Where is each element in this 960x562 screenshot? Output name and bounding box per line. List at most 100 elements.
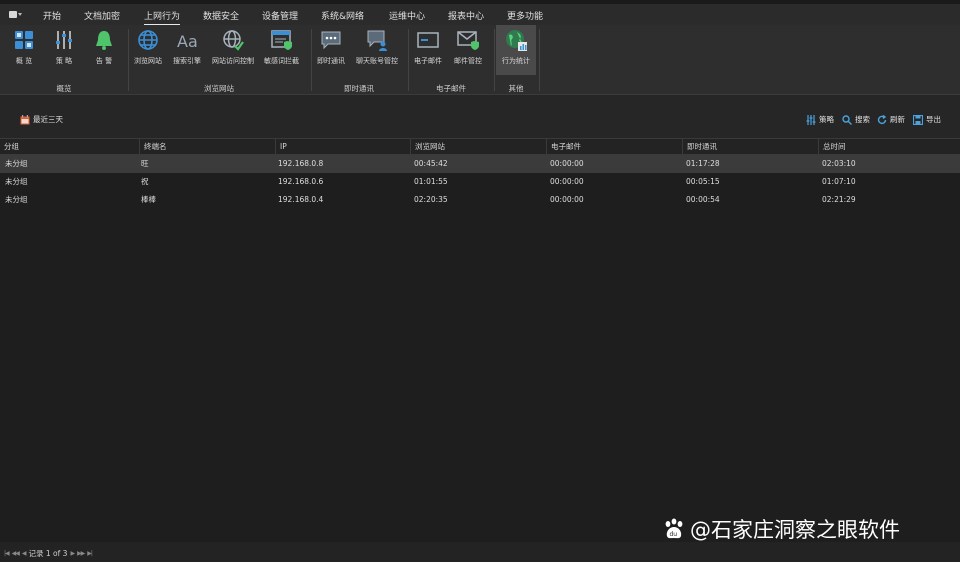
ribbon-behavior-stats-label: 行为统计 bbox=[502, 57, 530, 65]
column-header-ip[interactable]: IP bbox=[275, 139, 410, 155]
prev-fast-icon[interactable]: ◀◀ bbox=[12, 550, 20, 557]
cell-group: 未分组 bbox=[5, 177, 28, 186]
cell-group: 未分组 bbox=[5, 159, 28, 168]
table-row[interactable]: 未分组 棒棒 192.168.0.4 02:20:35 00:00:00 00:… bbox=[0, 191, 960, 209]
tab-internet-behavior[interactable]: 上网行为 bbox=[144, 9, 181, 25]
tab-report-center[interactable]: 报表中心 bbox=[448, 9, 484, 22]
cell-total: 01:07:10 bbox=[822, 177, 856, 186]
data-grid: 分组 终端名 IP 浏览网站 电子邮件 即时通讯 总时间 未分组 旺 192.1… bbox=[0, 138, 960, 542]
first-page-icon[interactable]: |◀ bbox=[4, 550, 10, 557]
group-label-overview: 概览 bbox=[56, 84, 72, 93]
date-range-filter[interactable]: 最近三天 bbox=[20, 114, 63, 125]
cell-total: 02:21:29 bbox=[822, 195, 856, 204]
chevron-down-icon bbox=[18, 13, 22, 16]
menu-bar: 开始 文档加密 上网行为 数据安全 设备管理 系统&网络 运维中心 报表中心 更… bbox=[0, 4, 960, 25]
ribbon-instant-messaging-button[interactable]: 即时通讯 bbox=[317, 27, 345, 66]
search-button[interactable]: 搜索 bbox=[842, 114, 870, 125]
tab-start[interactable]: 开始 bbox=[43, 9, 61, 22]
ribbon-overview-button[interactable]: 概 览 bbox=[11, 27, 37, 66]
app-menu-button[interactable] bbox=[9, 10, 23, 19]
cell-browse: 02:20:35 bbox=[414, 195, 448, 204]
export-label: 导出 bbox=[926, 115, 941, 124]
ribbon-policy-label: 策 略 bbox=[55, 57, 73, 65]
svg-text:du: du bbox=[670, 531, 678, 538]
column-header-group[interactable]: 分组 bbox=[0, 139, 139, 155]
cell-im: 01:17:28 bbox=[686, 159, 720, 168]
globe-icon bbox=[135, 27, 161, 53]
next-page-icon[interactable]: ▶ bbox=[70, 550, 75, 557]
table-row[interactable]: 未分组 祝 192.168.0.6 01:01:55 00:00:00 00:0… bbox=[0, 173, 960, 191]
cell-browse: 01:01:55 bbox=[414, 177, 448, 186]
cell-terminal: 旺 bbox=[141, 159, 149, 168]
ribbon-alarm-button[interactable]: 告 警 bbox=[91, 27, 117, 66]
ribbon-email-control-button[interactable]: 邮件管控 bbox=[454, 27, 482, 66]
save-export-icon bbox=[912, 114, 924, 125]
export-button[interactable]: 导出 bbox=[912, 114, 941, 125]
alarm-bell-icon bbox=[91, 27, 117, 53]
search-label: 搜索 bbox=[855, 115, 870, 124]
tab-ops-center[interactable]: 运维中心 bbox=[389, 9, 425, 22]
column-header-browse[interactable]: 浏览网站 bbox=[410, 139, 546, 155]
column-header-total[interactable]: 总时间 bbox=[818, 139, 960, 155]
search-icon bbox=[842, 114, 852, 125]
status-bar: |◀ ◀◀ ◀ 记录 1 of 3 ▶ ▶▶ ▶| bbox=[0, 542, 960, 562]
tab-data-security[interactable]: 数据安全 bbox=[203, 9, 239, 22]
window-shield-icon bbox=[269, 27, 295, 53]
cell-group: 未分组 bbox=[5, 195, 28, 204]
policy-button[interactable]: 策略 bbox=[806, 114, 834, 125]
ribbon: 概 览 策 略 告 警 浏览网站 Aa 搜索引擎 网站访问控制 敏感词拦截 即时… bbox=[0, 25, 960, 95]
refresh-icon bbox=[877, 114, 887, 125]
ribbon-instant-messaging-label: 即时通讯 bbox=[317, 57, 345, 65]
cell-terminal: 祝 bbox=[141, 177, 149, 186]
ribbon-email-button[interactable]: 电子邮件 bbox=[414, 27, 442, 66]
tab-more-features[interactable]: 更多功能 bbox=[507, 9, 543, 22]
table-row[interactable]: 未分组 旺 192.168.0.8 00:45:42 00:00:00 01:1… bbox=[0, 155, 960, 173]
sliders-icon bbox=[806, 114, 816, 125]
envelope-shield-icon bbox=[455, 27, 481, 53]
ribbon-website-access-control-label: 网站访问控制 bbox=[212, 57, 254, 65]
cell-email: 00:00:00 bbox=[550, 195, 584, 204]
cell-ip: 192.168.0.4 bbox=[278, 195, 324, 204]
overview-grid-icon bbox=[11, 27, 37, 53]
pager: |◀ ◀◀ ◀ 记录 1 of 3 ▶ ▶▶ ▶| bbox=[4, 548, 93, 559]
cell-im: 00:00:54 bbox=[686, 195, 720, 204]
font-aa-icon: Aa bbox=[174, 27, 200, 53]
envelope-icon bbox=[415, 27, 441, 53]
group-divider bbox=[128, 29, 129, 91]
refresh-button[interactable]: 刷新 bbox=[877, 114, 905, 125]
ribbon-sensitive-word-block-button[interactable]: 敏感词拦截 bbox=[264, 27, 299, 66]
ribbon-chat-account-control-label: 聊天账号管控 bbox=[356, 57, 398, 65]
globe-stats-icon bbox=[503, 27, 529, 53]
cell-email: 00:00:00 bbox=[550, 177, 584, 186]
cell-email: 00:00:00 bbox=[550, 159, 584, 168]
watermark-text: @石家庄洞察之眼软件 bbox=[690, 518, 900, 542]
ribbon-behavior-stats-button[interactable]: 行为统计 bbox=[496, 25, 536, 75]
prev-page-icon[interactable]: ◀ bbox=[22, 550, 27, 557]
ribbon-search-engine-label: 搜索引擎 bbox=[173, 57, 201, 65]
ribbon-email-label: 电子邮件 bbox=[414, 57, 442, 65]
policy-sliders-icon bbox=[51, 27, 77, 53]
group-label-browse: 浏览网站 bbox=[204, 84, 234, 93]
ribbon-browse-websites-button[interactable]: 浏览网站 bbox=[134, 27, 162, 66]
column-header-im[interactable]: 即时通讯 bbox=[682, 139, 818, 155]
ribbon-alarm-label: 告 警 bbox=[95, 57, 113, 65]
last-page-icon[interactable]: ▶| bbox=[87, 550, 93, 557]
next-fast-icon[interactable]: ▶▶ bbox=[77, 550, 85, 557]
tab-system-network[interactable]: 系统&网络 bbox=[321, 9, 364, 22]
ribbon-chat-account-control-button[interactable]: 聊天账号管控 bbox=[356, 27, 398, 66]
column-header-terminal[interactable]: 终端名 bbox=[139, 139, 275, 155]
ribbon-overview-label: 概 览 bbox=[15, 57, 33, 65]
ribbon-search-engine-button[interactable]: Aa 搜索引擎 bbox=[173, 27, 201, 66]
column-header-email[interactable]: 电子邮件 bbox=[546, 139, 682, 155]
record-count: 记录 1 of 3 bbox=[28, 549, 68, 558]
group-label-im: 即时通讯 bbox=[344, 84, 374, 93]
group-divider bbox=[311, 29, 312, 91]
ribbon-website-access-control-button[interactable]: 网站访问控制 bbox=[212, 27, 254, 66]
group-divider bbox=[539, 29, 540, 91]
ribbon-policy-button[interactable]: 策 略 bbox=[51, 27, 77, 66]
tab-document-encryption[interactable]: 文档加密 bbox=[84, 9, 120, 22]
app-menu-icon bbox=[9, 11, 17, 18]
tab-device-management[interactable]: 设备管理 bbox=[262, 9, 298, 22]
group-label-email: 电子邮件 bbox=[436, 84, 466, 93]
group-label-other: 其他 bbox=[508, 84, 524, 93]
